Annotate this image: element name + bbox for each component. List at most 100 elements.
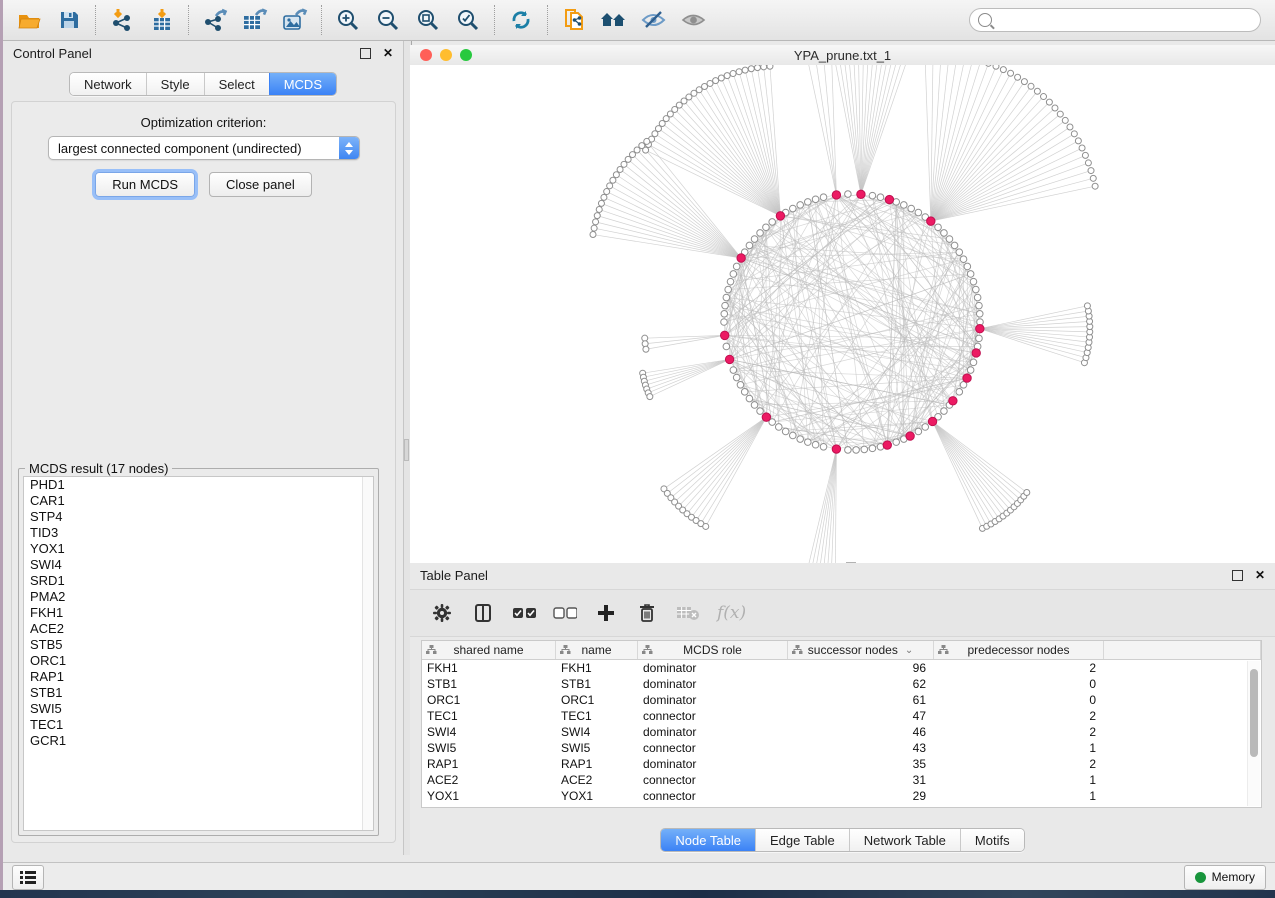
table-cell[interactable]: SWI5 bbox=[556, 741, 638, 755]
hide-selected-icon[interactable] bbox=[634, 3, 674, 37]
mcds-result-item[interactable]: TEC1 bbox=[24, 717, 373, 733]
column-header[interactable]: successor nodes⌄ bbox=[788, 641, 934, 659]
split-columns-icon[interactable] bbox=[471, 601, 495, 625]
close-panel-button[interactable]: Close panel bbox=[209, 172, 312, 197]
delete-column-icon[interactable] bbox=[635, 601, 659, 625]
network-graph[interactable] bbox=[410, 65, 1275, 563]
close-panel-icon[interactable]: ✕ bbox=[383, 47, 393, 59]
table-cell[interactable]: STB1 bbox=[556, 677, 638, 691]
zoom-out-icon[interactable] bbox=[368, 3, 408, 37]
table-cell[interactable]: connector bbox=[638, 741, 788, 755]
tab-mcds[interactable]: MCDS bbox=[269, 73, 336, 95]
export-network-icon[interactable] bbox=[195, 3, 235, 37]
table-cell[interactable]: RAP1 bbox=[422, 757, 556, 771]
table-cell[interactable]: YOX1 bbox=[556, 789, 638, 803]
table-cell[interactable]: 1 bbox=[934, 741, 1104, 755]
import-table-icon[interactable] bbox=[142, 3, 182, 37]
mcds-result-item[interactable]: STB1 bbox=[24, 685, 373, 701]
mcds-result-item[interactable]: PMA2 bbox=[24, 589, 373, 605]
table-cell[interactable]: 2 bbox=[934, 725, 1104, 739]
table-cell[interactable]: 2 bbox=[934, 709, 1104, 723]
mcds-result-item[interactable]: RAP1 bbox=[24, 669, 373, 685]
settings-icon[interactable] bbox=[430, 601, 454, 625]
mcds-result-item[interactable]: STP4 bbox=[24, 509, 373, 525]
table-cell[interactable]: dominator bbox=[638, 725, 788, 739]
network-canvas[interactable] bbox=[410, 65, 1275, 563]
table-cell[interactable]: dominator bbox=[638, 805, 788, 808]
tab-style[interactable]: Style bbox=[146, 73, 204, 95]
mcds-result-item[interactable]: SWI5 bbox=[24, 701, 373, 717]
table-cell[interactable]: ORC1 bbox=[556, 693, 638, 707]
table-row[interactable]: ORC1ORC1dominator610 bbox=[422, 692, 1261, 708]
first-neighbors-icon[interactable] bbox=[594, 3, 634, 37]
mcds-result-item[interactable]: SRD1 bbox=[24, 573, 373, 589]
tab-network[interactable]: Network bbox=[70, 73, 146, 95]
import-network-icon[interactable] bbox=[102, 3, 142, 37]
table-cell[interactable]: 46 bbox=[788, 725, 934, 739]
criterion-dropdown[interactable]: largest connected component (undirected) bbox=[48, 136, 360, 160]
table-cell[interactable]: ORC1 bbox=[422, 693, 556, 707]
column-header[interactable]: MCDS role bbox=[638, 641, 788, 659]
tab-select[interactable]: Select bbox=[204, 73, 269, 95]
mcds-result-item[interactable]: ACE2 bbox=[24, 621, 373, 637]
mcds-result-item[interactable]: FKH1 bbox=[24, 605, 373, 621]
table-scrollbar[interactable] bbox=[1247, 661, 1260, 806]
search-input[interactable] bbox=[997, 12, 1252, 28]
show-all-icon[interactable] bbox=[674, 3, 714, 37]
list-scrollbar[interactable] bbox=[362, 477, 373, 830]
zoom-in-icon[interactable] bbox=[328, 3, 368, 37]
table-cell[interactable]: connector bbox=[638, 789, 788, 803]
refresh-icon[interactable] bbox=[501, 3, 541, 37]
table-cell[interactable]: 35 bbox=[788, 757, 934, 771]
tab-motifs[interactable]: Motifs bbox=[960, 829, 1024, 851]
mcds-result-item[interactable]: ORC1 bbox=[24, 653, 373, 669]
table-cell[interactable]: ACE2 bbox=[422, 773, 556, 787]
table-row[interactable]: SWI4SWI4dominator462 bbox=[422, 724, 1261, 740]
table-row[interactable]: FKH1FKH1dominator962 bbox=[422, 660, 1261, 676]
add-column-icon[interactable] bbox=[594, 601, 618, 625]
mcds-result-list[interactable]: PHD1CAR1STP4TID3YOX1SWI4SRD1PMA2FKH1ACE2… bbox=[23, 476, 374, 831]
mcds-result-item[interactable]: GCR1 bbox=[24, 733, 373, 749]
table-cell[interactable]: TEC1 bbox=[422, 709, 556, 723]
table-cell[interactable]: YOX1 bbox=[422, 789, 556, 803]
table-cell[interactable]: 1 bbox=[934, 773, 1104, 787]
close-panel-icon[interactable]: ✕ bbox=[1255, 569, 1265, 581]
table-cell[interactable]: connector bbox=[638, 709, 788, 723]
table-cell[interactable]: 2 bbox=[934, 661, 1104, 675]
table-row[interactable]: RAP1RAP1dominator352 bbox=[422, 756, 1261, 772]
table-cell[interactable]: connector bbox=[638, 773, 788, 787]
export-table-icon[interactable] bbox=[235, 3, 275, 37]
table-cell[interactable]: RAP1 bbox=[556, 757, 638, 771]
table-cell[interactable]: STB1 bbox=[422, 677, 556, 691]
table-cell[interactable]: 31 bbox=[788, 773, 934, 787]
float-panel-icon[interactable] bbox=[360, 48, 371, 59]
table-cell[interactable]: 2 bbox=[934, 757, 1104, 771]
table-cell[interactable]: PHD1 bbox=[556, 805, 638, 808]
table-cell[interactable]: 43 bbox=[788, 741, 934, 755]
table-scrollbar-thumb[interactable] bbox=[1250, 669, 1258, 757]
memory-button[interactable]: Memory bbox=[1184, 865, 1266, 890]
table-cell[interactable]: 62 bbox=[788, 677, 934, 691]
export-image-icon[interactable] bbox=[275, 3, 315, 37]
table-row[interactable]: PHD1PHD1dominator180 bbox=[422, 804, 1261, 808]
table-cell[interactable]: FKH1 bbox=[556, 661, 638, 675]
table-cell[interactable]: 0 bbox=[934, 805, 1104, 808]
mcds-result-item[interactable]: TID3 bbox=[24, 525, 373, 541]
save-icon[interactable] bbox=[49, 3, 89, 37]
table-cell[interactable]: SWI4 bbox=[422, 725, 556, 739]
table-row[interactable]: YOX1YOX1connector291 bbox=[422, 788, 1261, 804]
float-panel-icon[interactable] bbox=[1232, 570, 1243, 581]
table-cell[interactable]: ACE2 bbox=[556, 773, 638, 787]
table-cell[interactable]: dominator bbox=[638, 661, 788, 675]
deselect-all-columns-icon[interactable] bbox=[553, 601, 577, 625]
table-cell[interactable]: FKH1 bbox=[422, 661, 556, 675]
task-history-button[interactable] bbox=[12, 865, 44, 890]
select-all-columns-icon[interactable] bbox=[512, 601, 536, 625]
table-cell[interactable]: dominator bbox=[638, 693, 788, 707]
table-cell[interactable]: 47 bbox=[788, 709, 934, 723]
tab-node-table[interactable]: Node Table bbox=[661, 829, 755, 851]
table-row[interactable]: STB1STB1dominator620 bbox=[422, 676, 1261, 692]
table-row[interactable]: TEC1TEC1connector472 bbox=[422, 708, 1261, 724]
tab-network-table[interactable]: Network Table bbox=[849, 829, 960, 851]
table-cell[interactable]: SWI5 bbox=[422, 741, 556, 755]
